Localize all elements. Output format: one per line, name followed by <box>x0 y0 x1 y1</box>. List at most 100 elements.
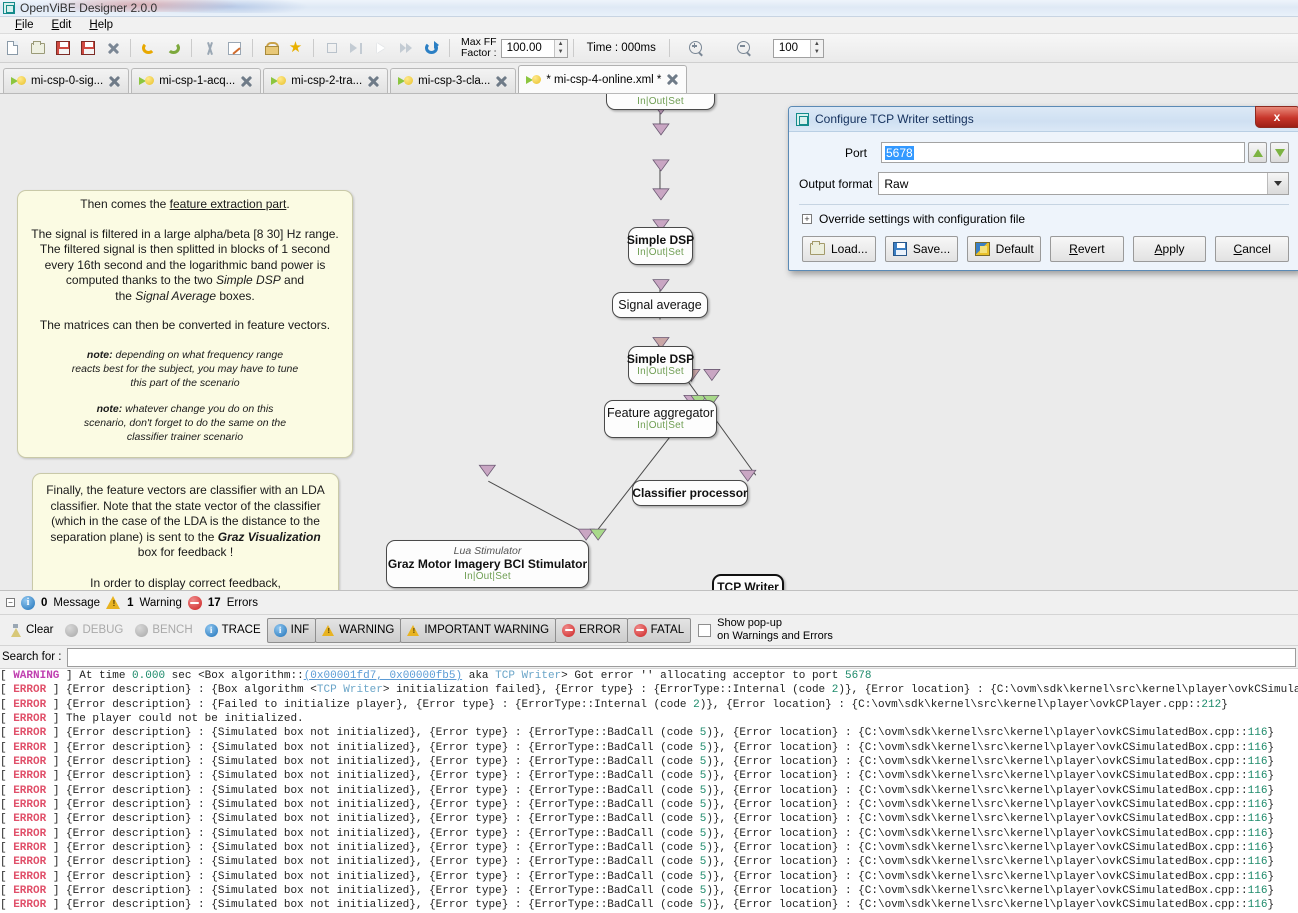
clear-log-button[interactable]: Clear <box>4 618 59 643</box>
play-icon[interactable] <box>370 37 393 60</box>
toolbar-separator-3 <box>252 39 253 57</box>
box-ports: In|Out|Set <box>637 420 684 432</box>
filter-error[interactable]: ERROR <box>555 618 628 643</box>
zoom-stepper-up-icon[interactable]: ▲ <box>811 40 823 49</box>
tab-close-icon[interactable] <box>367 75 380 88</box>
lock-icon[interactable] <box>259 37 282 60</box>
plus-icon[interactable]: + <box>802 214 812 224</box>
close-icon[interactable] <box>101 37 124 60</box>
configure-tcp-writer-dialog[interactable]: Configure TCP Writer settings x Port 567… <box>788 106 1298 271</box>
note-classifier-feedback[interactable]: Finally, the feature vectors are classif… <box>32 473 339 591</box>
log-line: [ ERROR ] {Error description} : {Failed … <box>0 698 1298 712</box>
port-input[interactable]: 5678 <box>881 142 1245 163</box>
box-simple-dsp-1[interactable]: Simple DSP In|Out|Set <box>628 227 693 265</box>
redo-icon[interactable] <box>162 37 185 60</box>
search-input[interactable] <box>67 648 1296 667</box>
zoom-level-stepper[interactable]: ▲▼ <box>810 40 823 57</box>
new-document-icon[interactable] <box>1 37 24 60</box>
max-ff-factor-stepper[interactable]: ▲▼ <box>554 40 567 57</box>
undo-icon[interactable] <box>137 37 160 60</box>
load-button[interactable]: Load... <box>802 236 876 262</box>
tab-close-icon[interactable] <box>666 73 679 86</box>
cancel-button-label: Cancel <box>1234 242 1271 256</box>
fatal-icon <box>634 624 647 637</box>
stepper-down-icon[interactable]: ▼ <box>555 48 567 57</box>
menu-item-file[interactable]: File <box>6 19 43 31</box>
tab-mi-csp-4-online[interactable]: * mi-csp-4-online.xml * <box>518 65 687 93</box>
note-line: note: whatever change you do on this <box>30 402 340 416</box>
tab-label: mi-csp-1-acq... <box>159 75 235 87</box>
step-icon[interactable] <box>345 37 368 60</box>
cut-icon[interactable] <box>198 37 221 60</box>
note-line: scenario, don't forget to do the same on… <box>30 416 340 430</box>
show-popup-checkbox[interactable] <box>698 624 711 637</box>
tab-close-icon[interactable] <box>240 75 253 88</box>
filter-inf[interactable]: i INF <box>267 618 317 643</box>
box-clipped-top[interactable]: In|Out|Set <box>606 94 715 110</box>
time-display: Time : 000ms <box>579 42 664 54</box>
apply-button[interactable]: Apply <box>1133 236 1207 262</box>
tab-mi-csp-2[interactable]: mi-csp-2-tra... <box>263 68 388 93</box>
note-spacer <box>30 334 340 348</box>
filter-debug[interactable]: DEBUG <box>59 618 129 643</box>
menu-edit-rest: dit <box>59 19 71 31</box>
port-increment-button[interactable] <box>1248 142 1267 163</box>
open-folder-icon[interactable] <box>26 37 49 60</box>
filter-warning[interactable]: ! WARNING <box>315 618 401 643</box>
filter-bench[interactable]: BENCH <box>129 618 198 643</box>
fatal-label: FATAL <box>651 624 684 636</box>
output-format-select[interactable]: Raw <box>878 172 1289 195</box>
edit-icon[interactable] <box>223 37 246 60</box>
menu-item-help[interactable]: Help <box>80 19 122 31</box>
log-line: [ ERROR ] {Error description} : {Simulat… <box>0 784 1298 798</box>
tab-mi-csp-0[interactable]: mi-csp-0-sig... <box>3 68 129 93</box>
box-graz-motor-imagery-stimulator[interactable]: Lua Stimulator Graz Motor Imagery BCI St… <box>386 540 589 588</box>
log-output-pane[interactable]: [ WARNING ] At time 0.000 sec <Box algor… <box>0 669 1298 913</box>
override-settings-label: Override settings with configuration fil… <box>819 212 1025 226</box>
default-button[interactable]: Default <box>967 236 1041 262</box>
tab-close-icon[interactable] <box>108 75 121 88</box>
bench-icon <box>135 624 148 637</box>
warning-icon: ! <box>106 596 121 609</box>
favorite-star-icon[interactable]: ★ <box>284 37 307 60</box>
note-feature-extraction[interactable]: Then comes the feature extraction part. … <box>17 190 353 458</box>
dialog-close-button[interactable]: x <box>1255 106 1298 128</box>
tab-mi-csp-1[interactable]: mi-csp-1-acq... <box>131 68 261 93</box>
stepper-up-icon[interactable]: ▲ <box>555 40 567 49</box>
zoom-stepper-down-icon[interactable]: ▼ <box>811 48 823 57</box>
save-as-icon[interactable] <box>76 37 99 60</box>
save-button[interactable]: Save... <box>885 236 959 262</box>
filter-trace[interactable]: i TRACE <box>199 618 267 643</box>
menu-item-edit[interactable]: Edit <box>43 19 81 31</box>
box-tcp-writer[interactable]: TCP Writer In|Out|Set <box>712 574 784 591</box>
box-simple-dsp-2[interactable]: Simple DSP In|Out|Set <box>628 346 693 384</box>
box-classifier-processor[interactable]: Classifier processor <box>632 480 748 506</box>
filter-important-warning[interactable]: ! IMPORTANT WARNING <box>400 618 556 643</box>
log-line: [ ERROR ] The player could not be initia… <box>0 712 1298 726</box>
warning-label: WARNING <box>339 624 394 636</box>
fast-forward-icon[interactable] <box>395 37 418 60</box>
log-line: [ ERROR ] {Error description} : {Simulat… <box>0 755 1298 769</box>
tab-close-icon[interactable] <box>495 75 508 88</box>
stop-icon[interactable] <box>320 37 343 60</box>
zoom-in-icon[interactable] <box>685 37 708 60</box>
collapse-log-icon[interactable]: − <box>6 598 15 607</box>
max-ff-factor-input[interactable]: 100.00 ▲▼ <box>501 39 568 58</box>
note-italic: Signal Average <box>135 289 216 303</box>
save-icon[interactable] <box>51 37 74 60</box>
cancel-button[interactable]: Cancel <box>1215 236 1289 262</box>
port-decrement-button[interactable] <box>1270 142 1289 163</box>
note-line: classifier. Note that the state vector o… <box>45 499 326 515</box>
refresh-icon[interactable] <box>420 37 443 60</box>
scenario-canvas[interactable]: Then comes the feature extraction part. … <box>0 94 1298 591</box>
zoom-out-icon[interactable] <box>733 37 756 60</box>
filter-fatal[interactable]: FATAL <box>627 618 691 643</box>
revert-button[interactable]: Revert <box>1050 236 1124 262</box>
box-signal-average[interactable]: Signal average <box>612 292 708 318</box>
warning-icon: ! <box>322 625 335 636</box>
override-settings-expander[interactable]: + Override settings with configuration f… <box>799 212 1289 226</box>
zoom-level-input[interactable]: 100 ▲▼ <box>773 39 824 58</box>
chevron-down-icon[interactable] <box>1267 173 1288 194</box>
box-feature-aggregator[interactable]: Feature aggregator In|Out|Set <box>604 400 717 438</box>
tab-mi-csp-3[interactable]: mi-csp-3-cla... <box>390 68 516 93</box>
